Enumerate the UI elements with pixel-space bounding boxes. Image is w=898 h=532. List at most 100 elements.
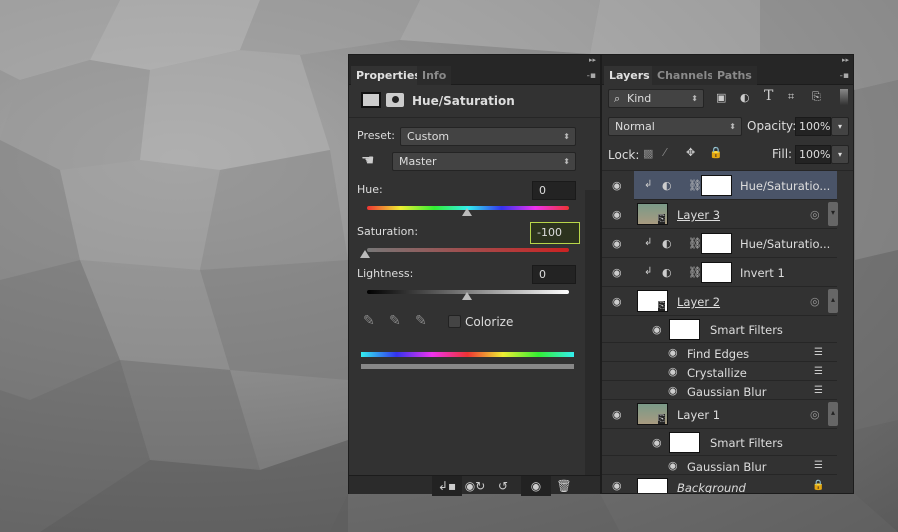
smart-filter-effects-icon[interactable]: ◎ bbox=[810, 408, 820, 421]
fill-dropdown[interactable]: ▾ bbox=[831, 145, 849, 164]
smart-filters-label[interactable]: Smart Filters bbox=[710, 436, 783, 450]
saturation-slider-thumb[interactable] bbox=[360, 250, 370, 258]
hue-input[interactable]: 0 bbox=[532, 181, 576, 200]
eyedropper-minus-icon[interactable]: ✎ bbox=[415, 313, 427, 329]
type-filter-icon[interactable]: T bbox=[764, 88, 773, 104]
channel-select[interactable]: Master ⬍ bbox=[392, 152, 576, 171]
filter-name[interactable]: Crystallize bbox=[687, 366, 747, 380]
tab-paths[interactable]: Paths bbox=[712, 66, 757, 85]
layer-row[interactable]: ◉ ↲ ◐ ⛓ Hue/Saturatio... bbox=[602, 229, 837, 258]
layer-row[interactable]: ◉ Gaussian Blur ☰ bbox=[602, 456, 837, 475]
toggle-visibility-icon[interactable]: ◉ bbox=[521, 476, 551, 496]
layer-mask-thumbnail[interactable] bbox=[701, 175, 732, 196]
filter-kind-select[interactable]: ⌕ Kind ⬍ bbox=[608, 89, 704, 108]
filter-name[interactable]: Find Edges bbox=[687, 347, 749, 361]
expand-filters-toggle[interactable]: ▴ bbox=[828, 289, 838, 313]
layer-row[interactable]: ◉ ⎘ Layer 1 ◎ ▴ bbox=[602, 400, 838, 429]
preset-select[interactable]: Custom ⬍ bbox=[400, 127, 576, 146]
targeted-adjustment-hand-icon[interactable]: ☚ bbox=[361, 151, 374, 169]
blending-options-icon[interactable]: ☰ bbox=[814, 347, 823, 358]
link-icon[interactable]: ⛓ bbox=[688, 266, 702, 279]
link-icon[interactable]: ⛓ bbox=[688, 179, 702, 192]
smart-filter-mask-thumbnail[interactable] bbox=[669, 432, 700, 453]
saturation-input[interactable]: -100 bbox=[530, 222, 580, 244]
eyedropper-plus-icon[interactable]: ✎ bbox=[389, 313, 401, 329]
visibility-eye-icon[interactable]: ◉ bbox=[612, 408, 622, 421]
layer-name[interactable]: Background bbox=[677, 481, 746, 493]
visibility-eye-icon[interactable]: ◉ bbox=[612, 208, 622, 221]
layer-row[interactable]: ◉ ↲ ◐ ⛓ Invert 1 bbox=[602, 258, 837, 287]
tab-properties[interactable]: Properties bbox=[351, 66, 426, 85]
visibility-eye-icon[interactable]: ◉ bbox=[612, 479, 622, 492]
visibility-eye-icon[interactable]: ◉ bbox=[612, 266, 622, 279]
layer-mask-thumbnail[interactable] bbox=[701, 233, 732, 254]
view-previous-state-icon[interactable]: ◉↻ bbox=[460, 476, 490, 496]
filter-name[interactable]: Gaussian Blur bbox=[687, 460, 767, 474]
smart-object-filter-icon[interactable]: ⎘ bbox=[812, 90, 821, 104]
visibility-eye-icon[interactable]: ◉ bbox=[668, 346, 678, 359]
clip-to-layer-icon[interactable]: ↲▪ bbox=[432, 476, 462, 496]
lock-image-icon[interactable]: ⁄ bbox=[664, 146, 666, 159]
blend-mode-select[interactable]: Normal ⬍ bbox=[608, 117, 742, 136]
delete-icon[interactable]: 🗑 bbox=[549, 476, 579, 496]
adjustment-filter-icon[interactable]: ◐ bbox=[740, 91, 750, 104]
layer-row[interactable]: ◉ Find Edges ☰ bbox=[602, 343, 837, 362]
blending-options-icon[interactable]: ☰ bbox=[814, 385, 823, 396]
layer-name[interactable]: Invert 1 bbox=[740, 266, 785, 280]
visibility-eye-icon[interactable]: ◉ bbox=[668, 459, 678, 472]
lock-transparent-icon[interactable]: ▩ bbox=[643, 147, 653, 160]
lock-position-icon[interactable]: ✥ bbox=[686, 146, 695, 159]
layer-name[interactable]: Hue/Saturatio... bbox=[740, 179, 830, 193]
layer-name[interactable]: Layer 1 bbox=[677, 408, 720, 422]
layer-name[interactable]: Layer 2 bbox=[677, 295, 720, 309]
mask-icon[interactable] bbox=[386, 93, 404, 107]
opacity-dropdown[interactable]: ▾ bbox=[831, 117, 849, 136]
blending-options-icon[interactable]: ☰ bbox=[814, 366, 823, 377]
reset-icon[interactable]: ↺ bbox=[488, 476, 518, 496]
lightness-input[interactable]: 0 bbox=[532, 265, 576, 284]
layer-row[interactable]: ◉ Smart Filters bbox=[602, 429, 837, 456]
fill-input[interactable]: 100% bbox=[795, 145, 831, 164]
filter-name[interactable]: Gaussian Blur bbox=[687, 385, 767, 399]
visibility-eye-icon[interactable]: ◉ bbox=[668, 365, 678, 378]
tab-layers[interactable]: Layers bbox=[604, 66, 655, 85]
layer-mask-thumbnail[interactable] bbox=[701, 262, 732, 283]
smart-filters-label[interactable]: Smart Filters bbox=[710, 323, 783, 337]
link-icon[interactable]: ⛓ bbox=[688, 237, 702, 250]
collapse-icon[interactable]: ▸▸ bbox=[602, 55, 853, 66]
visibility-eye-icon[interactable]: ◉ bbox=[612, 237, 622, 250]
layer-row[interactable]: ◉ Smart Filters bbox=[602, 316, 837, 343]
adjustment-icon[interactable] bbox=[361, 92, 381, 108]
tab-info[interactable]: Info bbox=[417, 66, 452, 85]
smart-filter-effects-icon[interactable]: ◎ bbox=[810, 208, 820, 221]
eyedropper-icon[interactable]: ✎ bbox=[363, 313, 375, 329]
layer-row[interactable]: ◉ Background 🔒 bbox=[602, 475, 837, 493]
layer-thumbnail[interactable] bbox=[637, 478, 668, 493]
layer-row[interactable]: ◉ ↲ ◐ ⛓ Hue/Saturatio... bbox=[612, 171, 837, 200]
visibility-eye-icon[interactable]: ◉ bbox=[612, 295, 622, 308]
collapse-icon[interactable]: ▸▸ bbox=[349, 55, 600, 66]
opacity-input[interactable]: 100% bbox=[795, 117, 831, 136]
expand-filters-toggle[interactable]: ▴ bbox=[828, 402, 838, 426]
lock-all-icon[interactable]: 🔒 bbox=[709, 146, 723, 159]
layer-name[interactable]: Hue/Saturatio... bbox=[740, 237, 830, 251]
layer-name[interactable]: Layer 3 bbox=[677, 208, 720, 222]
panel-menu-icon[interactable]: -▪ bbox=[840, 71, 849, 81]
scrollbar[interactable] bbox=[585, 190, 600, 475]
layer-row[interactable]: ◉ Crystallize ☰ bbox=[602, 362, 837, 381]
visibility-eye-icon[interactable]: ◉ bbox=[652, 436, 662, 449]
colorize-checkbox[interactable] bbox=[448, 315, 461, 328]
blending-options-icon[interactable]: ☰ bbox=[814, 460, 823, 471]
hue-slider-thumb[interactable] bbox=[462, 208, 472, 216]
shape-filter-icon[interactable]: ⌗ bbox=[788, 90, 794, 104]
saturation-slider[interactable] bbox=[367, 248, 569, 252]
smart-filter-mask-thumbnail[interactable] bbox=[669, 319, 700, 340]
visibility-eye-icon[interactable]: ◉ bbox=[668, 384, 678, 397]
layer-row[interactable]: ◉ ⎘ Layer 3 ◎ ▾ bbox=[602, 200, 838, 229]
layer-row[interactable]: ◉ Gaussian Blur ☰ bbox=[602, 381, 837, 400]
panel-menu-icon[interactable]: -▪ bbox=[587, 71, 596, 81]
visibility-eye-icon[interactable]: ◉ bbox=[652, 323, 662, 336]
visibility-eye-icon[interactable]: ◉ bbox=[612, 179, 622, 192]
pixel-filter-icon[interactable]: ▣ bbox=[716, 91, 726, 104]
smart-filter-effects-icon[interactable]: ◎ bbox=[810, 295, 820, 308]
